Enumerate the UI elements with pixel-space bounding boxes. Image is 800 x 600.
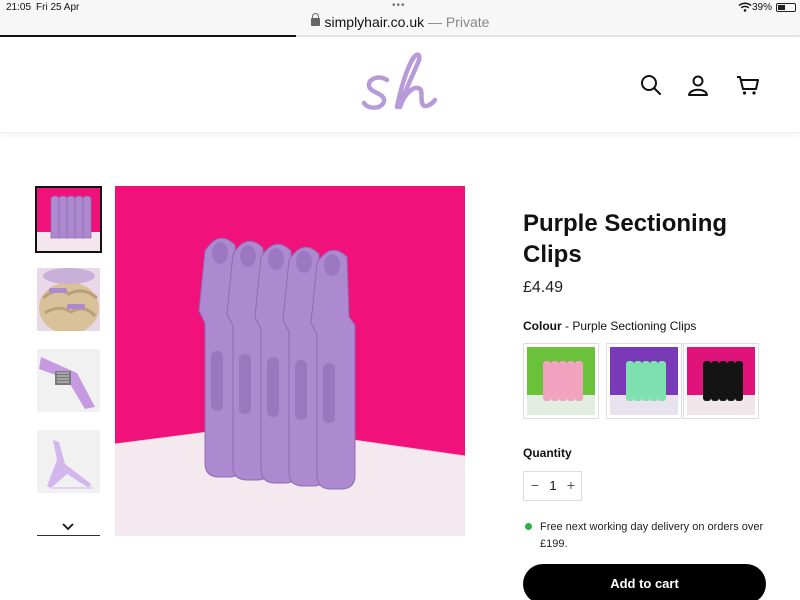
account-icon[interactable]: [686, 73, 710, 97]
battery-icon: [776, 3, 796, 12]
chevron-down-icon[interactable]: [58, 519, 78, 535]
status-date: Fri 25 Apr: [36, 2, 80, 13]
thumbnail-clip-closeup[interactable]: [37, 349, 100, 412]
clip-shape: [310, 249, 356, 490]
site-header: [0, 37, 800, 133]
add-to-cart-button[interactable]: Add to cart: [523, 564, 766, 600]
colour-separator: -: [561, 319, 573, 333]
quantity-input[interactable]: 1: [546, 478, 560, 493]
quantity-increase-button[interactable]: +: [564, 477, 578, 493]
simplyhair-logo[interactable]: [360, 47, 444, 123]
swatch-pink-clips[interactable]: [523, 343, 599, 419]
product-title: Purple Sectioning Clips: [523, 210, 728, 268]
quantity-stepper: − 1 +: [523, 471, 582, 501]
swatch-mint-clips[interactable]: [606, 343, 682, 419]
battery-percent: 39%: [752, 2, 773, 13]
quantity-label: Quantity: [523, 446, 572, 460]
product-main-image[interactable]: [115, 186, 465, 536]
quantity-decrease-button[interactable]: −: [528, 477, 542, 493]
thumbnail-clip-side[interactable]: [37, 430, 100, 493]
delivery-status-dot: [525, 523, 532, 530]
thumbnail-clips-pink[interactable]: [35, 186, 102, 253]
colour-selection-line: Colour - Purple Sectioning Clips: [523, 319, 696, 333]
wifi-icon: [738, 2, 752, 12]
tab-menu-dots-icon[interactable]: •••: [392, 0, 406, 11]
address-bar[interactable]: simplyhair.co.uk — Private: [300, 13, 500, 32]
cart-icon[interactable]: [736, 73, 760, 97]
thumbnail-scroll-divider: [37, 535, 100, 536]
colour-label: Colour: [523, 319, 562, 333]
lock-icon: [310, 13, 320, 26]
search-icon[interactable]: [639, 73, 663, 97]
address-domain: simplyhair.co.uk: [324, 14, 425, 30]
delivery-info: Free next working day delivery on orders…: [540, 521, 764, 550]
status-time: 21:05: [6, 2, 32, 13]
colour-value: Purple Sectioning Clips: [572, 319, 697, 333]
thumbnail-clips-in-hair[interactable]: [37, 268, 100, 331]
swatch-black-clips[interactable]: [683, 343, 759, 419]
product-price: £4.49: [523, 279, 564, 296]
status-bar: 21:05 Fri 25 Apr ••• 39% simplyhair.co.u…: [0, 0, 800, 37]
private-mode-label: — Private: [428, 14, 490, 30]
